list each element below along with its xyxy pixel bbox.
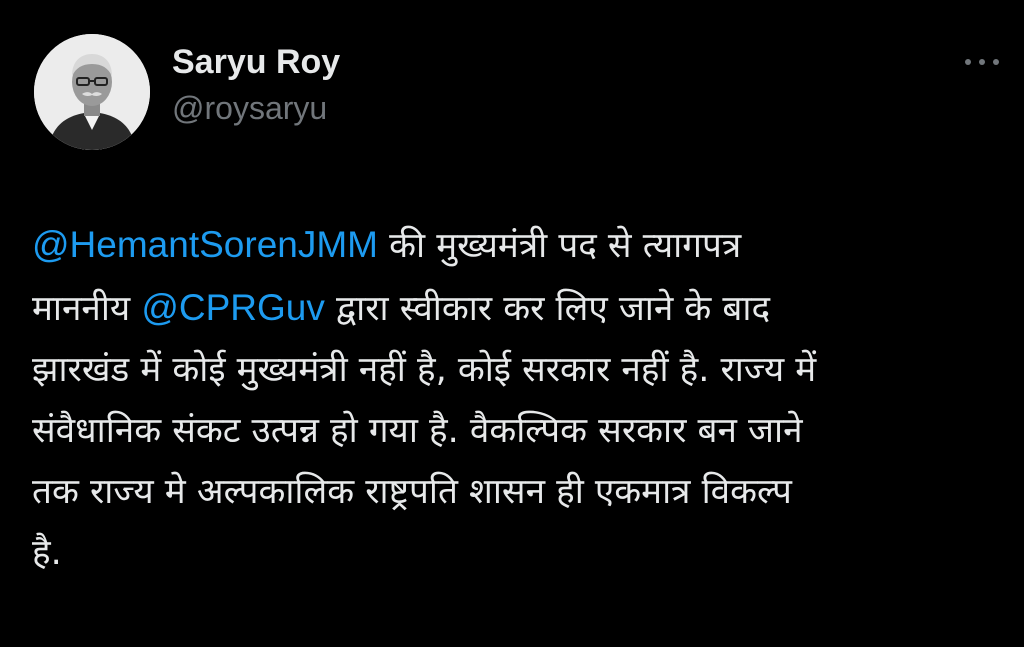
more-options-button[interactable] [958, 48, 1006, 72]
tweet-card: Saryu Roy @roysaryu @HemantSorenJMM की म… [0, 0, 1024, 647]
tweet-line-3: झारखंड में कोई मुख्यमंत्री नहीं है, कोई … [32, 350, 817, 390]
tweet-text-segment: द्वारा स्वीकार कर लिए जाने के बाद [324, 289, 771, 329]
mention-link[interactable]: @HemantSorenJMM [32, 224, 378, 265]
tweet-text: @HemantSorenJMM की मुख्यमंत्री पद से त्य… [32, 214, 1000, 584]
tweet-text-segment: माननीय [32, 289, 142, 329]
author-handle[interactable]: @roysaryu [172, 88, 327, 128]
tweet-text-segment: की मुख्यमंत्री पद से त्यागपत्र [378, 226, 742, 266]
tweet-line-1: @HemantSorenJMM की मुख्यमंत्री पद से त्य… [32, 214, 1000, 277]
tweet-line-5: तक राज्य मे अल्पकालिक राष्ट्रपति शासन ही… [32, 472, 792, 512]
more-horizontal-icon [965, 59, 999, 65]
avatar[interactable] [34, 34, 150, 150]
author-display-name[interactable]: Saryu Roy [172, 42, 340, 82]
tweet-line-2: माननीय @CPRGuv द्वारा स्वीकार कर लिए जान… [32, 277, 1000, 340]
mention-link[interactable]: @CPRGuv [141, 287, 325, 328]
tweet-line-4: संवैधानिक संकट उत्पन्न हो गया है. वैकल्प… [32, 411, 803, 451]
profile-photo-icon [34, 34, 150, 150]
tweet-line-6: है. [32, 533, 62, 573]
